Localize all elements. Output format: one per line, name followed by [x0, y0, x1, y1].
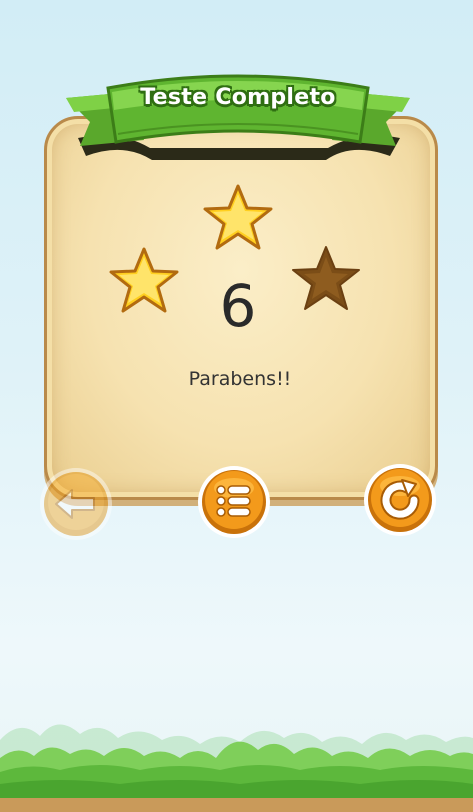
dialog-title: Teste Completo — [140, 85, 336, 110]
menu-button[interactable] — [196, 464, 272, 540]
star-center-filled-icon — [203, 184, 273, 250]
game-scene: Teste Completo 6 Parabens!! — [0, 0, 473, 812]
star-right-empty-icon — [292, 246, 360, 310]
retry-button[interactable] — [362, 462, 438, 538]
grass-hills — [0, 724, 473, 812]
list-icon — [216, 485, 251, 517]
congrats-message: Parabens!! — [188, 368, 292, 390]
back-button[interactable] — [38, 466, 114, 542]
star-left-filled-icon — [109, 247, 179, 313]
score-value: 6 — [219, 272, 257, 340]
